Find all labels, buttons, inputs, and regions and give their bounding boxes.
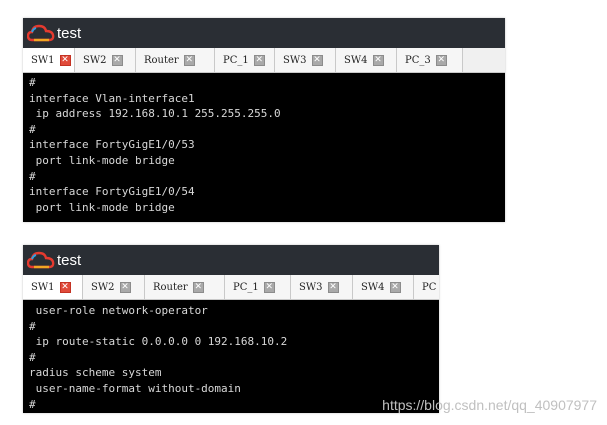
tab-label: SW2: [83, 54, 107, 66]
close-icon[interactable]: ✕: [111, 54, 123, 66]
tab-sw2[interactable]: SW2 ✕: [75, 48, 136, 72]
tab-label: SW3: [299, 281, 323, 293]
tab-sw2[interactable]: SW2 ✕: [83, 275, 145, 299]
tab-label: SW3: [283, 54, 307, 66]
tab-sw4[interactable]: SW4 ✕: [336, 48, 397, 72]
console-line: #: [29, 76, 36, 89]
close-icon[interactable]: ✕: [59, 54, 71, 66]
title-bar: test: [23, 18, 505, 48]
tab-bar: SW1 ✕ SW2 ✕ Router ✕ PC_1 ✕ SW3 ✕ SW4 ✕ …: [23, 48, 505, 73]
tab-label: SW1: [31, 54, 55, 66]
tab-label: PC_1: [233, 281, 259, 293]
close-icon[interactable]: ✕: [327, 281, 339, 293]
console-line: #: [29, 122, 36, 136]
tab-sw3[interactable]: SW3 ✕: [291, 275, 353, 299]
tab-label: Router: [153, 281, 188, 293]
console-line: interface FortyGigE1/0/53: [29, 138, 195, 152]
tab-label: SW4: [344, 54, 368, 66]
console-line: #: [29, 397, 36, 411]
close-icon[interactable]: ✕: [59, 281, 71, 293]
close-icon[interactable]: ✕: [372, 54, 384, 66]
close-icon[interactable]: ✕: [389, 281, 401, 293]
tab-router[interactable]: Router ✕: [136, 48, 215, 72]
watermark-url: https://blog.csdn.net/qq_40907977: [382, 397, 597, 413]
console-line: interface Vlan-interface1: [29, 91, 195, 105]
console-line: ip address 192.168.10.1 255.255.255.0: [29, 107, 281, 121]
tab-bar: SW1 ✕ SW2 ✕ Router ✕ PC_1 ✕ SW3 ✕ SW4 ✕ …: [23, 275, 439, 300]
close-icon[interactable]: ✕: [183, 54, 195, 66]
terminal-window-1: test SW1 ✕ SW2 ✕ Router ✕ PC_1 ✕ SW3 ✕ S…: [23, 18, 505, 222]
tab-sw4[interactable]: SW4 ✕: [353, 275, 414, 299]
cloud-logo-icon: [27, 24, 55, 42]
tab-label: PC: [422, 281, 437, 293]
console-line: interface FortyGigE1/0/54: [29, 185, 195, 199]
tab-label: PC_1: [223, 54, 249, 66]
tab-sw3[interactable]: SW3 ✕: [275, 48, 336, 72]
tab-sw1[interactable]: SW1 ✕: [23, 275, 83, 299]
console-line: #: [29, 319, 36, 333]
console-line: #: [29, 350, 36, 364]
tab-label: PC_3: [405, 54, 431, 66]
close-icon[interactable]: ✕: [311, 54, 323, 66]
console-output[interactable]: # interface Vlan-interface1 ip address 1…: [23, 73, 505, 215]
console-line: #: [29, 169, 36, 183]
tab-label: SW1: [31, 281, 55, 293]
close-icon[interactable]: ✕: [119, 281, 131, 293]
tab-pc-1[interactable]: PC_1 ✕: [215, 48, 275, 72]
tab-sw1[interactable]: SW1 ✕: [23, 48, 75, 72]
tab-label: SW2: [91, 281, 115, 293]
tab-router[interactable]: Router ✕: [145, 275, 225, 299]
console-line: port link-mode bridge: [29, 200, 175, 214]
terminal-window-2: test SW1 ✕ SW2 ✕ Router ✕ PC_1 ✕ SW3 ✕ S…: [23, 245, 439, 413]
console-line: radius scheme system: [29, 366, 162, 380]
tab-pc-1[interactable]: PC_1 ✕: [225, 275, 291, 299]
tab-label: SW4: [361, 281, 385, 293]
tab-pc-3[interactable]: PC_3 ✕: [397, 48, 463, 72]
close-icon[interactable]: ✕: [192, 281, 204, 293]
title-bar: test: [23, 245, 439, 275]
console-line: port link-mode bridge: [29, 153, 175, 167]
tab-label: Router: [144, 54, 179, 66]
console-line: user-role network-operator: [29, 304, 208, 317]
window-title: test: [57, 24, 82, 42]
console-output[interactable]: user-role network-operator # ip route-st…: [23, 300, 439, 412]
console-line: user-name-format without-domain: [29, 381, 241, 395]
console-line: ip route-static 0.0.0.0 0 192.168.10.2: [29, 335, 288, 349]
cloud-logo-icon: [27, 251, 55, 269]
close-icon[interactable]: ✕: [263, 281, 275, 293]
close-icon[interactable]: ✕: [435, 54, 447, 66]
close-icon[interactable]: ✕: [253, 54, 265, 66]
window-title: test: [57, 251, 82, 269]
tab-pc[interactable]: PC: [414, 275, 439, 299]
